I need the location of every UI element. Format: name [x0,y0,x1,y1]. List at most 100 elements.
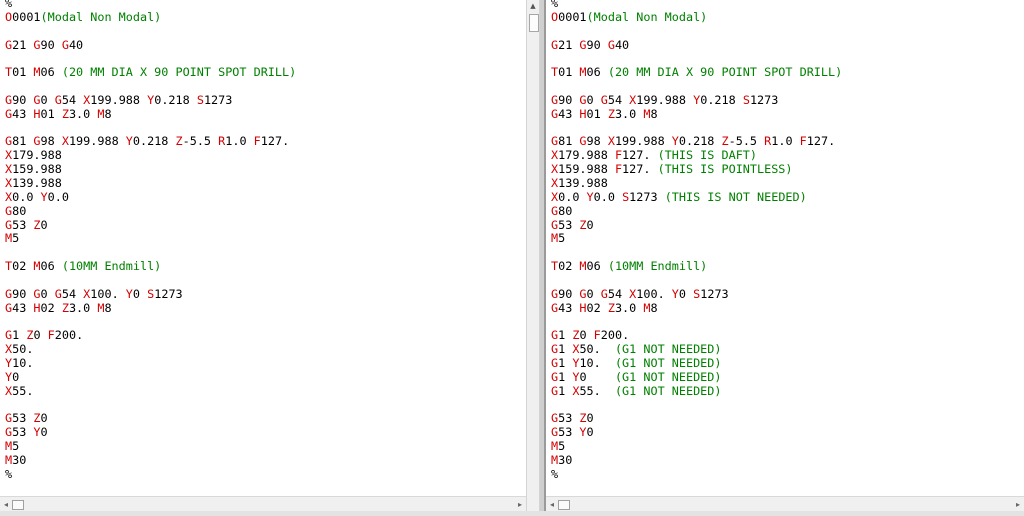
gcode-value: 1 [558,369,573,384]
gcode-value: 06 [40,65,62,80]
gcode-address: Z [721,134,729,149]
gcode-comment: (Modal Non Modal) [40,9,162,24]
gcode-value: 43 [558,106,580,121]
gcode-value: 1 [558,342,573,357]
code-line: M5 [5,439,296,454]
horizontal-scrollbar-right[interactable]: ◂ ▸ [546,496,1024,512]
gcode-value: 8 [104,106,112,121]
gcode-address: G [579,286,587,301]
code-line: X159.988 [5,162,296,177]
gcode-value: 127. [622,162,658,177]
gcode-comment: (G1 NOT NEEDED) [614,355,722,370]
gcode-value: 30 [12,452,27,467]
gcode-value: 80 [558,203,573,218]
code-line: G1 Y0 (G1 NOT NEEDED) [551,369,842,385]
gcode-address: H [33,300,41,315]
gcode-comment: (20 MM DIA X 90 POINT SPOT DRILL) [607,65,843,80]
code-line: M30 [551,453,842,468]
gcode-value: 179.988 [558,148,615,163]
scroll-right-arrow-icon[interactable]: ▸ [1012,497,1024,512]
gcode-address: G [600,92,608,107]
code-line: M5 [551,439,842,454]
gcode-address: Z [61,300,69,315]
gcode-address: G [54,92,62,107]
gcode-value: 5 [558,439,566,453]
gcode-value: 0 [40,425,48,440]
gcode-address: G [579,134,587,149]
horizontal-scroll-thumb[interactable] [12,500,24,510]
gcode-value: % [5,0,13,10]
code-line: X139.988 [5,176,296,191]
scroll-right-arrow-icon[interactable]: ▸ [514,497,526,512]
gcode-value: 200. [54,328,84,343]
gcode-comment: (G1 NOT NEEDED) [614,383,722,398]
editor-pane-right[interactable]: % O0001(Modal Non Modal) G21 G90 G40 T01 … [546,0,1024,516]
gcode-value: 01 [40,106,62,121]
gcode-value: 1 [558,355,573,370]
code-line: T01 M06 (20 MM DIA X 90 POINT SPOT DRILL… [551,65,843,80]
gcode-address: F [799,134,807,149]
gcode-value: 81 [558,134,580,149]
editor-pane-left[interactable]: % O0001(Modal Non Modal) G21 G90 G40 T01 … [0,0,526,516]
horizontal-scroll-thumb[interactable] [558,500,570,510]
gcode-value: 10. [579,355,615,370]
code-line: G21 G90 G40 [5,37,296,53]
gcode-address: Z [33,411,41,426]
gcode-value: 0 [579,328,594,343]
gcode-comment: (THIS IS POINTLESS) [657,162,793,177]
code-line: X179.988 F127. (THIS IS DAFT) [551,148,842,163]
scroll-left-arrow-icon[interactable]: ◂ [546,497,558,512]
gcode-value: 90 [586,37,608,52]
gcode-value: 43 [558,300,580,315]
gcode-address: G [33,134,41,149]
gcode-value: 0 [40,217,48,232]
gcode-comment: (G1 NOT NEEDED) [614,342,722,357]
gcode-value: 54 [607,286,630,301]
gcode-value: 54 [61,92,84,107]
gcode-value: 159.988 [12,162,62,177]
gcode-value: 0.218 [154,92,197,107]
gcode-value: 0.0 [12,189,41,204]
gcode-value: 0.218 [678,134,722,149]
horizontal-scrollbar-left[interactable]: ◂ ▸ [0,496,526,512]
gcode-value: 0001 [12,9,41,24]
code-line: M5 [5,231,296,246]
gcode-value: 8 [650,300,658,315]
gcode-value: 8 [104,300,112,315]
gcode-value: 90 [12,92,34,107]
gcode-value: 21 [12,37,34,52]
gcode-value: 3.0 [68,300,98,315]
code-text-left[interactable]: % O0001(Modal Non Modal) G21 G90 G40 T01 … [5,0,296,482]
gcode-value: 10. [12,355,34,370]
code-line: Y0 [5,370,296,385]
code-line: G43 H01 Z3.0 M8 [5,106,296,122]
gcode-address: G [33,37,41,52]
gcode-address: Z [607,106,615,121]
gcode-value: 100. [90,286,126,301]
gcode-value: 02 [12,259,34,274]
gcode-value: % [551,0,559,10]
gcode-value: 01 [558,65,580,80]
window-bottom-edge [0,511,1024,516]
code-text-right[interactable]: % O0001(Modal Non Modal) G21 G90 G40 T01 … [551,0,842,482]
gcode-value: 50. [12,342,34,357]
gcode-comment: (THIS IS DAFT) [657,148,757,163]
gcode-address: G [600,286,608,301]
gcode-address: Y [579,425,587,440]
gcode-value: 199.988 [90,92,148,107]
scroll-left-arrow-icon[interactable]: ◂ [0,497,12,512]
gcode-value: 1 [12,328,27,343]
vertical-scroll-thumb[interactable] [529,14,539,32]
gcode-value: 8 [650,106,658,121]
gcode-value: -5.5 [728,134,765,149]
gcode-value: 0 [579,369,615,384]
gcode-value: 0.0 [47,189,69,204]
gcode-value: 127. [806,134,836,149]
gcode-value: 43 [12,300,34,315]
scroll-up-arrow-icon[interactable]: ▲ [529,1,537,11]
vertical-scrollbar-left[interactable]: ▲ [526,0,540,516]
gcode-address: H [579,106,587,121]
